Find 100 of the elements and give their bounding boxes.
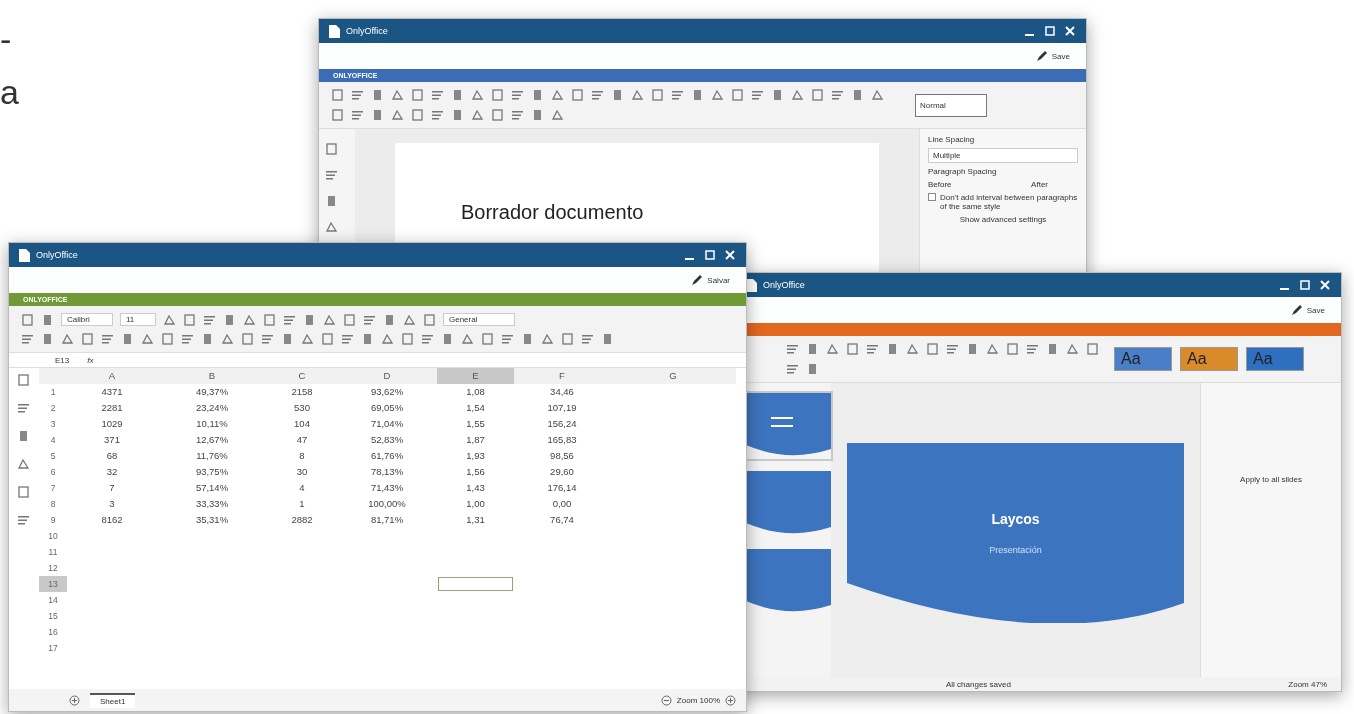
save-label[interactable]: Save bbox=[1051, 51, 1070, 61]
theme-swatch[interactable]: Aa bbox=[1114, 347, 1172, 371]
tool-icon[interactable] bbox=[283, 313, 296, 326]
tool-icon[interactable] bbox=[906, 343, 919, 355]
tool-icon[interactable] bbox=[301, 333, 314, 345]
tool-icon[interactable] bbox=[481, 333, 494, 345]
tool-icon[interactable] bbox=[241, 333, 254, 345]
tool-icon[interactable] bbox=[281, 333, 294, 345]
tool-icon[interactable] bbox=[17, 374, 30, 386]
tool-icon[interactable] bbox=[871, 89, 884, 101]
tool-icon[interactable] bbox=[946, 343, 959, 355]
tool-icon[interactable] bbox=[421, 333, 434, 345]
tool-icon[interactable] bbox=[221, 333, 234, 345]
tool-icon[interactable] bbox=[451, 109, 464, 121]
tool-icon[interactable] bbox=[651, 89, 664, 101]
tool-icon[interactable] bbox=[806, 343, 819, 355]
row-header[interactable]: 13 bbox=[39, 576, 67, 592]
advanced-settings-link[interactable]: Show advanced settings bbox=[928, 215, 1078, 224]
tool-icon[interactable] bbox=[1066, 343, 1079, 355]
tool-icon[interactable] bbox=[471, 89, 484, 101]
tool-icon[interactable] bbox=[851, 89, 864, 101]
tool-icon[interactable] bbox=[491, 109, 504, 121]
tool-icon[interactable] bbox=[551, 109, 564, 121]
tool-icon[interactable] bbox=[631, 89, 644, 101]
tool-icon[interactable] bbox=[531, 109, 544, 121]
style-box[interactable]: Normal bbox=[915, 93, 987, 117]
tool-icon[interactable] bbox=[163, 313, 176, 326]
tool-icon[interactable] bbox=[203, 313, 216, 326]
tool-icon[interactable] bbox=[331, 89, 344, 101]
close-icon[interactable] bbox=[1319, 279, 1331, 291]
row-header[interactable]: 16 bbox=[39, 624, 67, 640]
tool-icon[interactable] bbox=[786, 363, 799, 375]
tool-icon[interactable] bbox=[986, 343, 999, 355]
selected-cell[interactable] bbox=[437, 576, 514, 592]
tool-icon[interactable] bbox=[21, 313, 34, 326]
tool-icon[interactable] bbox=[183, 313, 196, 326]
tool-icon[interactable] bbox=[61, 333, 74, 345]
font-name-field[interactable]: Calibri bbox=[61, 313, 113, 326]
tool-icon[interactable] bbox=[17, 486, 30, 498]
tool-icon[interactable] bbox=[966, 343, 979, 355]
tool-icon[interactable] bbox=[17, 458, 30, 470]
row-header[interactable]: 15 bbox=[39, 608, 67, 624]
tool-icon[interactable] bbox=[321, 333, 334, 345]
tool-icon[interactable] bbox=[403, 313, 416, 326]
spacing-field[interactable]: Multiple bbox=[928, 148, 1078, 163]
tool-icon[interactable] bbox=[601, 333, 614, 345]
tool-icon[interactable] bbox=[141, 333, 154, 345]
tool-icon[interactable] bbox=[786, 343, 799, 355]
tool-icon[interactable] bbox=[541, 333, 554, 345]
tool-icon[interactable] bbox=[731, 89, 744, 101]
tool-icon[interactable] bbox=[423, 313, 436, 326]
tool-icon[interactable] bbox=[806, 363, 819, 375]
tool-icon[interactable] bbox=[531, 89, 544, 101]
zoom-out-icon[interactable] bbox=[660, 694, 672, 706]
tool-icon[interactable] bbox=[383, 313, 396, 326]
close-icon[interactable] bbox=[724, 249, 736, 261]
tool-icon[interactable] bbox=[121, 333, 134, 345]
row-header[interactable]: 4 bbox=[39, 432, 67, 448]
theme-swatch[interactable]: Aa bbox=[1180, 347, 1238, 371]
row-header[interactable]: 17 bbox=[39, 640, 67, 656]
tool-icon[interactable] bbox=[17, 514, 30, 526]
tool-icon[interactable] bbox=[511, 89, 524, 101]
tool-icon[interactable] bbox=[581, 333, 594, 345]
tool-icon[interactable] bbox=[691, 89, 704, 101]
tool-icon[interactable] bbox=[161, 333, 174, 345]
column-header[interactable]: B bbox=[157, 368, 267, 384]
tool-icon[interactable] bbox=[471, 109, 484, 121]
close-icon[interactable] bbox=[1064, 25, 1076, 37]
column-header[interactable]: C bbox=[267, 368, 337, 384]
column-header[interactable]: A bbox=[67, 368, 157, 384]
tool-icon[interactable] bbox=[363, 313, 376, 326]
tool-icon[interactable] bbox=[325, 195, 338, 207]
number-format-field[interactable]: General bbox=[443, 313, 515, 326]
tool-icon[interactable] bbox=[101, 333, 114, 345]
tool-icon[interactable] bbox=[771, 89, 784, 101]
tool-icon[interactable] bbox=[325, 143, 338, 155]
tool-icon[interactable] bbox=[17, 402, 30, 414]
tool-icon[interactable] bbox=[1086, 343, 1099, 355]
tool-icon[interactable] bbox=[866, 343, 879, 355]
tool-icon[interactable] bbox=[826, 343, 839, 355]
tool-icon[interactable] bbox=[391, 109, 404, 121]
tool-icon[interactable] bbox=[261, 333, 274, 345]
sheet-tab[interactable]: Sheet1 bbox=[90, 692, 136, 708]
tool-icon[interactable] bbox=[243, 313, 256, 326]
tool-icon[interactable] bbox=[371, 89, 384, 101]
save-label[interactable]: Save bbox=[1306, 305, 1325, 315]
maximize-icon[interactable] bbox=[1299, 279, 1311, 291]
tool-icon[interactable] bbox=[41, 313, 54, 326]
checkbox[interactable] bbox=[928, 193, 936, 201]
tool-icon[interactable] bbox=[361, 333, 374, 345]
row-header[interactable]: 2 bbox=[39, 400, 67, 416]
tool-icon[interactable] bbox=[551, 89, 564, 101]
tool-icon[interactable] bbox=[611, 89, 624, 101]
row-header[interactable]: 9 bbox=[39, 512, 67, 528]
tool-icon[interactable] bbox=[17, 430, 30, 442]
row-header[interactable]: 1 bbox=[39, 384, 67, 400]
row-header[interactable]: 7 bbox=[39, 480, 67, 496]
row-header[interactable]: 3 bbox=[39, 416, 67, 432]
tool-icon[interactable] bbox=[201, 333, 214, 345]
tool-icon[interactable] bbox=[21, 333, 34, 345]
